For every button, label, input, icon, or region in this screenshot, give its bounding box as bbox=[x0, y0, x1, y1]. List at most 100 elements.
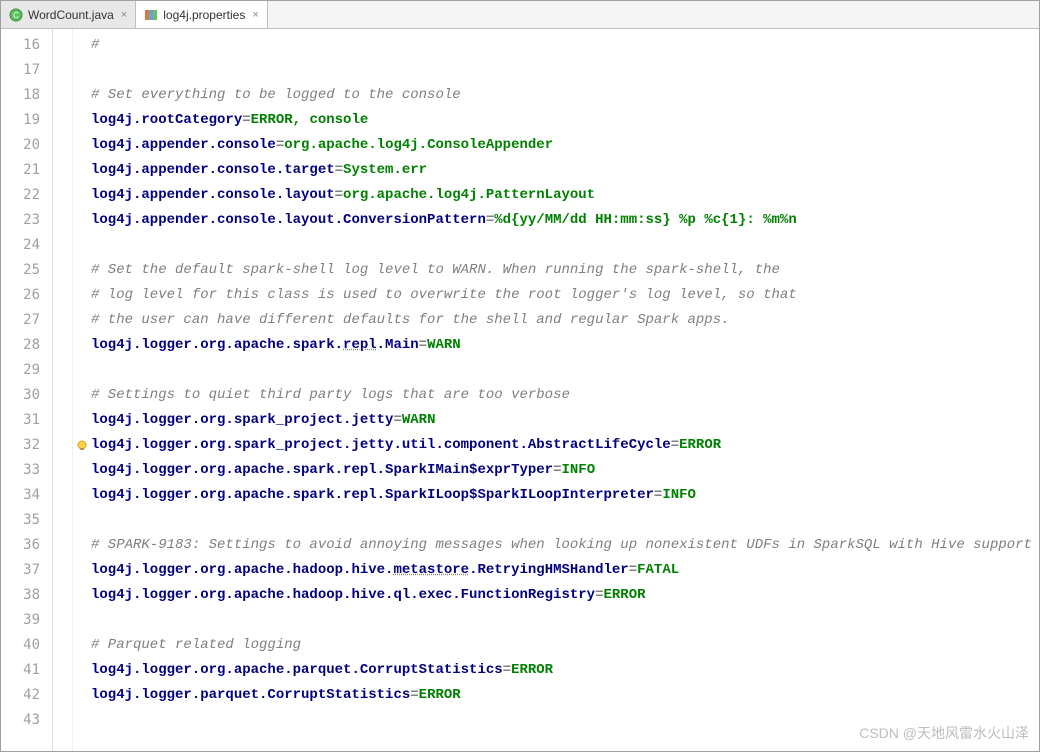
code-token: .Main bbox=[377, 337, 419, 353]
code-token: log4j.logger.org.apache.spark.repl.Spark… bbox=[91, 487, 654, 503]
code-token: = bbox=[242, 112, 250, 128]
code-token: log4j.appender.console.target bbox=[91, 162, 335, 178]
code-line[interactable]: # Set the default spark-shell log level … bbox=[91, 258, 1039, 283]
tab-log4j[interactable]: log4j.properties × bbox=[136, 1, 268, 28]
line-number: 28 bbox=[1, 333, 40, 358]
code-token: = bbox=[503, 662, 511, 678]
code-token: log4j.logger.org.apache.hadoop.hive.ql.e… bbox=[91, 587, 595, 603]
code-line[interactable] bbox=[91, 608, 1039, 633]
line-number: 23 bbox=[1, 208, 40, 233]
code-line[interactable]: # bbox=[91, 33, 1039, 58]
intention-bulb-icon[interactable] bbox=[76, 437, 88, 449]
line-number: 36 bbox=[1, 533, 40, 558]
svg-text:C: C bbox=[13, 11, 19, 20]
code-line[interactable]: log4j.appender.console.target=System.err bbox=[91, 158, 1039, 183]
code-content[interactable]: # # Set everything to be logged to the c… bbox=[73, 29, 1039, 733]
line-number: 19 bbox=[1, 108, 40, 133]
code-token: = bbox=[410, 687, 418, 703]
code-token: log4j.appender.console bbox=[91, 137, 276, 153]
code-token: # Set everything to be logged to the con… bbox=[91, 87, 461, 103]
code-line[interactable]: log4j.logger.parquet.CorruptStatistics=E… bbox=[91, 683, 1039, 708]
code-token: log4j.rootCategory bbox=[91, 112, 242, 128]
code-line[interactable]: # Set everything to be logged to the con… bbox=[91, 83, 1039, 108]
code-token: System.err bbox=[343, 162, 427, 178]
gutter-marker-strip bbox=[53, 29, 73, 751]
code-token: ERROR bbox=[679, 437, 721, 453]
code-line[interactable] bbox=[91, 508, 1039, 533]
tab-label: log4j.properties bbox=[163, 8, 245, 22]
code-line[interactable]: log4j.appender.console=org.apache.log4j.… bbox=[91, 133, 1039, 158]
code-token: WARN bbox=[402, 412, 436, 428]
line-number: 31 bbox=[1, 408, 40, 433]
line-number: 22 bbox=[1, 183, 40, 208]
code-line[interactable]: log4j.logger.org.apache.spark.repl.Spark… bbox=[91, 483, 1039, 508]
code-token: ERROR, console bbox=[251, 112, 369, 128]
code-viewport[interactable]: # # Set everything to be logged to the c… bbox=[73, 29, 1039, 751]
code-token: = bbox=[393, 412, 401, 428]
code-token: = bbox=[629, 562, 637, 578]
code-line[interactable]: # the user can have different defaults f… bbox=[91, 308, 1039, 333]
code-line[interactable]: log4j.logger.org.apache.spark.repl.Main=… bbox=[91, 333, 1039, 358]
code-token: # the user can have different defaults f… bbox=[91, 312, 730, 328]
line-number-gutter: 1617181920212223242526272829303132333435… bbox=[1, 29, 53, 751]
code-token: # SPARK-9183: Settings to avoid annoying… bbox=[91, 537, 1032, 553]
code-line[interactable]: log4j.rootCategory=ERROR, console bbox=[91, 108, 1039, 133]
code-token: = bbox=[419, 337, 427, 353]
line-number: 18 bbox=[1, 83, 40, 108]
code-line[interactable]: # Parquet related logging bbox=[91, 633, 1039, 658]
line-number: 42 bbox=[1, 683, 40, 708]
code-line[interactable] bbox=[91, 708, 1039, 733]
close-icon[interactable]: × bbox=[121, 9, 127, 21]
code-line[interactable] bbox=[91, 358, 1039, 383]
line-number: 25 bbox=[1, 258, 40, 283]
line-number: 38 bbox=[1, 583, 40, 608]
code-token: FATAL bbox=[637, 562, 679, 578]
code-token: INFO bbox=[662, 487, 696, 503]
code-token: ERROR bbox=[511, 662, 553, 678]
code-line[interactable] bbox=[91, 233, 1039, 258]
close-icon[interactable]: × bbox=[252, 9, 258, 21]
editor-area: 1617181920212223242526272829303132333435… bbox=[1, 29, 1039, 751]
line-number: 34 bbox=[1, 483, 40, 508]
line-number: 33 bbox=[1, 458, 40, 483]
code-line[interactable]: log4j.appender.console.layout.Conversion… bbox=[91, 208, 1039, 233]
code-line[interactable]: # Settings to quiet third party logs tha… bbox=[91, 383, 1039, 408]
code-line[interactable]: log4j.logger.org.apache.hadoop.hive.meta… bbox=[91, 558, 1039, 583]
code-token: %d{yy/MM/dd HH:mm:ss} %p %c{1}: %m%n bbox=[494, 212, 796, 228]
code-token: # Set the default spark-shell log level … bbox=[91, 262, 780, 278]
line-number: 30 bbox=[1, 383, 40, 408]
code-token: org.apache.log4j.ConsoleAppender bbox=[284, 137, 553, 153]
code-line[interactable]: log4j.logger.org.apache.parquet.CorruptS… bbox=[91, 658, 1039, 683]
code-token: = bbox=[595, 587, 603, 603]
code-line[interactable]: log4j.appender.console.layout=org.apache… bbox=[91, 183, 1039, 208]
code-token: .RetryingHMSHandler bbox=[469, 562, 629, 578]
code-line[interactable]: log4j.logger.org.apache.spark.repl.Spark… bbox=[91, 458, 1039, 483]
code-token: # Parquet related logging bbox=[91, 637, 301, 653]
tab-wordcount[interactable]: C WordCount.java × bbox=[1, 1, 136, 28]
code-token: log4j.logger.org.apache.hadoop.hive. bbox=[91, 562, 393, 578]
code-token: log4j.appender.console.layout bbox=[91, 187, 335, 203]
code-token: log4j.logger.parquet.CorruptStatistics bbox=[91, 687, 410, 703]
line-number: 29 bbox=[1, 358, 40, 383]
code-line[interactable] bbox=[91, 58, 1039, 83]
code-token: # log level for this class is used to ov… bbox=[91, 287, 797, 303]
code-token: # Settings to quiet third party logs tha… bbox=[91, 387, 570, 403]
code-token: org.apache.log4j.PatternLayout bbox=[343, 187, 595, 203]
code-line[interactable]: log4j.logger.org.spark_project.jetty=WAR… bbox=[91, 408, 1039, 433]
code-token: WARN bbox=[427, 337, 461, 353]
code-token: ERROR bbox=[604, 587, 646, 603]
line-number: 16 bbox=[1, 33, 40, 58]
code-line[interactable]: log4j.logger.org.spark_project.jetty.uti… bbox=[91, 433, 1039, 458]
code-token: repl bbox=[343, 337, 377, 353]
code-token: = bbox=[671, 437, 679, 453]
code-line[interactable]: # SPARK-9183: Settings to avoid annoying… bbox=[91, 533, 1039, 558]
code-line[interactable]: log4j.logger.org.apache.hadoop.hive.ql.e… bbox=[91, 583, 1039, 608]
code-token: = bbox=[335, 187, 343, 203]
line-number: 27 bbox=[1, 308, 40, 333]
code-token: log4j.logger.org.apache.parquet.CorruptS… bbox=[91, 662, 503, 678]
code-line[interactable]: # log level for this class is used to ov… bbox=[91, 283, 1039, 308]
line-number: 20 bbox=[1, 133, 40, 158]
line-number: 26 bbox=[1, 283, 40, 308]
code-token: INFO bbox=[561, 462, 595, 478]
line-number: 41 bbox=[1, 658, 40, 683]
